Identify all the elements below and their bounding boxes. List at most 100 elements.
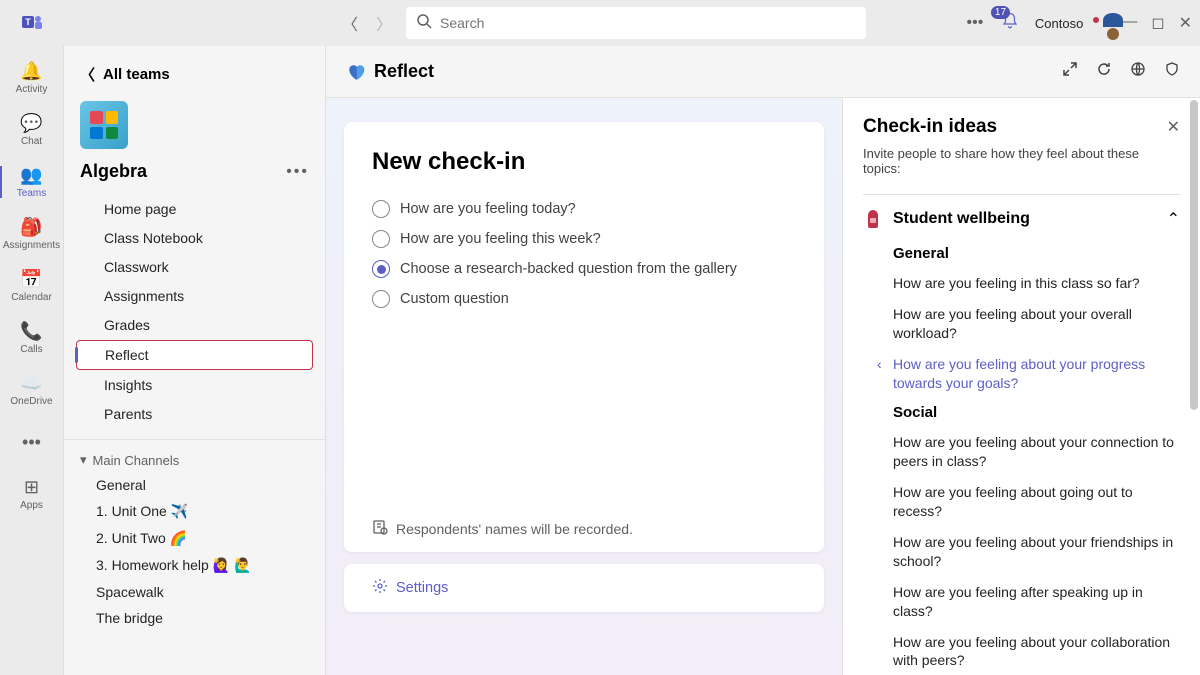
notifications-button[interactable]: 17	[1001, 12, 1019, 35]
main-column: New check-in How are you feeling today? …	[326, 98, 842, 675]
idea-item[interactable]: How are you feeling after speaking up in…	[863, 577, 1180, 627]
nav-insights[interactable]: Insights	[76, 371, 313, 399]
window-minimize-button[interactable]: —	[1121, 13, 1137, 33]
rail-chat[interactable]: 💬 Chat	[0, 106, 64, 154]
checkin-ideas-panel: Check-in ideas ✕ Invite people to share …	[842, 98, 1200, 675]
option-label: Choose a research-backed question from t…	[400, 261, 737, 277]
nav-reflect[interactable]: Reflect	[76, 340, 313, 370]
window-close-button[interactable]: ✕	[1179, 13, 1192, 33]
rail-label: Teams	[17, 188, 46, 199]
org-name-label: Contoso	[1035, 16, 1083, 31]
bell-icon: 🔔	[20, 62, 42, 82]
team-more-button[interactable]: •••	[286, 163, 309, 181]
option-label: How are you feeling this week?	[400, 231, 601, 247]
search-input[interactable]	[440, 15, 856, 31]
footer-text: Respondents' names will be recorded.	[396, 521, 633, 537]
team-avatar-tile	[80, 101, 128, 149]
option-custom-question[interactable]: Custom question	[372, 284, 796, 314]
ideas-title: Check-in ideas	[863, 116, 997, 138]
rail-teams[interactable]: 👥Teams	[0, 158, 64, 206]
search-icon	[416, 13, 432, 34]
settings-row[interactable]: Settings	[344, 564, 824, 612]
card-footer: Respondents' names will be recorded.	[372, 519, 796, 538]
reflect-heart-icon	[346, 62, 366, 82]
team-side-panel: 〈 All teams Algebra ••• Home page Class …	[64, 46, 326, 675]
content-header: Reflect	[326, 46, 1200, 98]
rail-label: Activity	[16, 84, 48, 95]
rail-label: Apps	[20, 500, 43, 511]
rail-label: Assignments	[3, 240, 60, 251]
rail-calls[interactable]: 📞 Calls	[0, 314, 64, 362]
channel-homework-help[interactable]: 3. Homework help 🙋‍♀️ 🙋‍♂️	[64, 552, 325, 579]
search-box[interactable]	[406, 7, 866, 39]
chat-icon: 💬	[20, 114, 42, 134]
svg-text:T: T	[25, 17, 31, 27]
more-icon: •••	[22, 432, 41, 452]
channel-general[interactable]: General	[64, 472, 325, 498]
globe-button[interactable]	[1130, 61, 1146, 82]
subhead-social: Social	[863, 398, 1180, 427]
nav-back-button[interactable]: 〈	[336, 9, 364, 37]
phone-icon: 📞	[20, 322, 42, 342]
scrollbar-thumb[interactable]	[1190, 100, 1198, 410]
idea-item[interactable]: How are you feeling about your overall w…	[863, 299, 1180, 349]
channels-section-toggle[interactable]: ▾ Main Channels	[64, 448, 325, 472]
nav-home-page[interactable]: Home page	[76, 195, 313, 223]
expand-button[interactable]	[1062, 61, 1078, 82]
option-label: Custom question	[400, 291, 509, 307]
option-feeling-week[interactable]: How are you feeling this week?	[372, 224, 796, 254]
content-title: Reflect	[374, 61, 1062, 82]
nav-parents[interactable]: Parents	[76, 400, 313, 428]
nav-classwork[interactable]: Classwork	[76, 253, 313, 281]
nav-forward-button[interactable]: 〉	[370, 9, 398, 37]
option-gallery-question[interactable]: Choose a research-backed question from t…	[372, 254, 796, 284]
rail-activity[interactable]: 🔔 Activity	[0, 54, 64, 102]
notification-count-badge: 17	[991, 6, 1010, 19]
rail-more[interactable]: •••	[0, 418, 64, 466]
nav-assignments[interactable]: Assignments	[76, 282, 313, 310]
channel-the-bridge[interactable]: The bridge	[64, 605, 325, 631]
rail-label: Chat	[21, 136, 42, 147]
radio-icon	[372, 200, 390, 218]
rail-apps[interactable]: ⊞ Apps	[0, 470, 64, 518]
nav-grades[interactable]: Grades	[76, 311, 313, 339]
idea-item[interactable]: How are you feeling in this class so far…	[863, 268, 1180, 299]
gear-icon	[372, 578, 388, 598]
close-panel-button[interactable]: ✕	[1167, 117, 1180, 137]
reload-button[interactable]	[1096, 61, 1112, 82]
cloud-icon: ☁️	[20, 374, 42, 394]
rail-calendar[interactable]: 📅Calendar	[0, 262, 64, 310]
idea-item[interactable]: How are you feeling about your friendshi…	[863, 527, 1180, 577]
channels-header-label: Main Channels	[93, 453, 180, 468]
chevron-up-icon: ⌃	[1167, 209, 1180, 229]
radio-selected-icon	[372, 260, 390, 278]
presence-busy-icon	[1091, 15, 1101, 25]
subhead-general: General	[863, 239, 1180, 268]
teams-logo: T	[8, 11, 56, 35]
option-feeling-today[interactable]: How are you feeling today?	[372, 194, 796, 224]
more-options-button[interactable]: •••	[965, 14, 985, 32]
radio-icon	[372, 290, 390, 308]
rail-assignments[interactable]: 🎒Assignments	[0, 210, 64, 258]
caret-down-icon: ▾	[80, 452, 87, 468]
rail-label: Calls	[20, 344, 42, 355]
window-maximize-button[interactable]: ◻	[1151, 13, 1164, 33]
rail-onedrive[interactable]: ☁️OneDrive	[0, 366, 64, 414]
idea-item[interactable]: How are you feeling about your collabora…	[863, 627, 1180, 675]
app-rail: 🔔 Activity 💬 Chat 👥Teams 🎒Assignments 📅Cal…	[0, 46, 64, 675]
shield-button[interactable]	[1164, 61, 1180, 82]
all-teams-back-button[interactable]: 〈 All teams	[64, 56, 325, 93]
team-name-heading: Algebra	[80, 161, 147, 182]
settings-label: Settings	[396, 580, 448, 596]
idea-item[interactable]: How are you feeling about going out to r…	[863, 477, 1180, 527]
content-area: Reflect New check-in How are you feeling…	[326, 46, 1200, 675]
section-student-wellbeing[interactable]: Student wellbeing ⌃	[863, 194, 1180, 239]
idea-item[interactable]: How are you feeling about your connectio…	[863, 427, 1180, 477]
nav-class-notebook[interactable]: Class Notebook	[76, 224, 313, 252]
channel-unit-one[interactable]: 1. Unit One ✈️	[64, 498, 325, 525]
idea-item-selected[interactable]: How are you feeling about your progress …	[863, 349, 1180, 399]
apps-icon: ⊞	[24, 478, 39, 498]
channel-spacewalk[interactable]: Spacewalk	[64, 579, 325, 605]
new-checkin-card: New check-in How are you feeling today? …	[344, 122, 824, 552]
channel-unit-two[interactable]: 2. Unit Two 🌈	[64, 525, 325, 552]
